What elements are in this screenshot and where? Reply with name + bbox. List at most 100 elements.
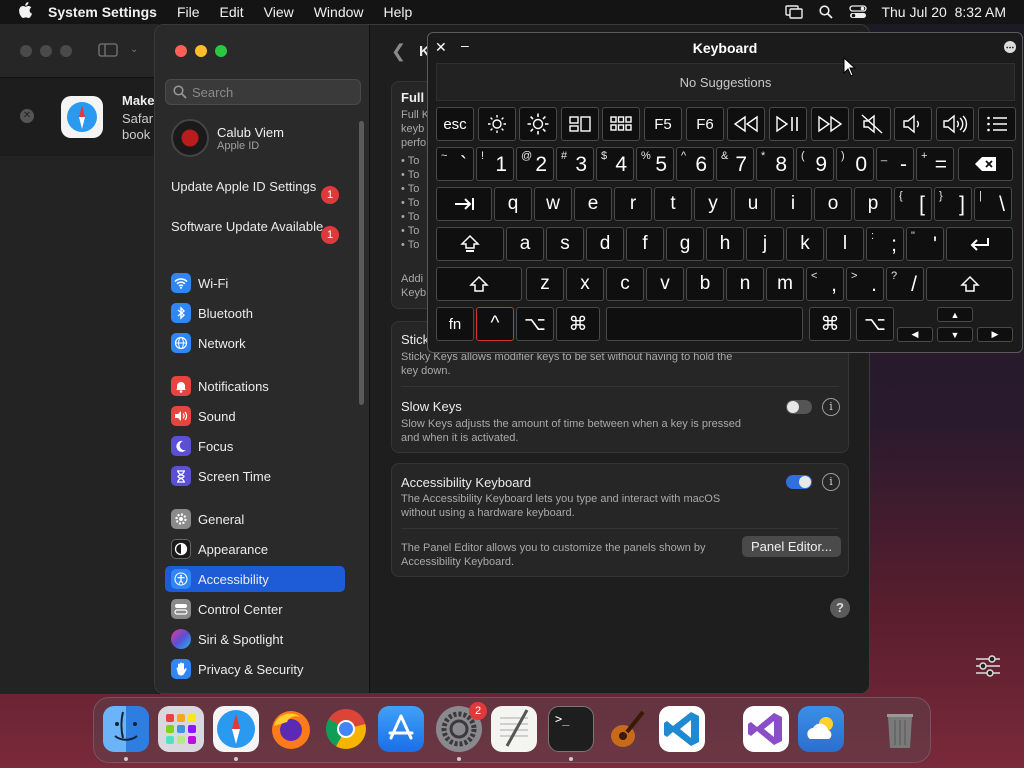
sidebar-item-appearance[interactable]: Appearance [165,536,345,562]
slow-keys-info-button[interactable]: i [822,398,840,416]
sidebar-item-privacy-security[interactable]: Privacy & Security [165,656,345,682]
menu-file[interactable]: File [167,4,210,20]
key-c[interactable]: c [606,267,644,301]
menu-view[interactable]: View [254,4,304,20]
menu-clock[interactable]: Thu Jul 20 8:32 AM [881,4,1006,20]
sidebar-item-notifications[interactable]: Notifications [165,373,345,399]
key-d[interactable]: d [586,227,624,261]
key-l[interactable]: l [826,227,864,261]
left-command-key[interactable]: ⌘ [556,307,600,341]
key-u[interactable]: u [734,187,772,221]
chevron-down-icon[interactable]: ⌄ [130,44,138,55]
spotlight-search-icon[interactable] [817,4,835,20]
sidebar-item-focus[interactable]: Focus [165,433,345,459]
key-y[interactable]: y [694,187,732,221]
key-n[interactable]: n [726,267,764,301]
key-sym-2[interactable]: ? / [886,267,924,301]
chrome-icon[interactable] [323,706,369,752]
key-s[interactable]: s [546,227,584,261]
vscode-icon[interactable] [659,706,705,752]
key-b[interactable]: b [686,267,724,301]
key-h[interactable]: h [706,227,744,261]
control-center-icon[interactable] [849,4,868,20]
play-pause-key[interactable] [769,107,807,141]
suggestion-bar[interactable]: No Suggestions [436,63,1015,101]
screen-mirroring-icon[interactable] [785,4,804,20]
key-sym-1[interactable]: >. [846,267,884,301]
right-command-key[interactable]: ⌘ [809,307,851,341]
key-f6[interactable]: F6 [686,107,724,141]
mission-control-key[interactable] [561,107,599,141]
textedit-icon[interactable] [491,706,537,752]
sidebar-item-siri-spotlight[interactable]: Siri & Spotlight [165,626,345,652]
brightness-down-key[interactable] [478,107,516,141]
arrow-right-key[interactable]: ▶ [977,327,1013,342]
apple-menu-icon[interactable] [0,1,42,23]
return-key[interactable] [946,227,1013,261]
sidebar-item-bluetooth[interactable]: Bluetooth [165,300,345,326]
key-z[interactable]: z [526,267,564,301]
key-f[interactable]: f [626,227,664,261]
menu-help[interactable]: Help [374,4,423,20]
sidebar-item-general[interactable]: General [165,506,345,532]
key-9[interactable]: (9 [796,147,834,181]
update-apple-id-settings[interactable]: Update Apple ID Settings [171,179,331,195]
delete-key[interactable] [958,147,1013,181]
key-sym-0[interactable]: <, [806,267,844,301]
app-store-icon[interactable] [378,706,424,752]
key-punct-1[interactable]: " ' [906,227,944,261]
key-7[interactable]: & 7 [716,147,754,181]
menu-edit[interactable]: Edit [210,4,254,20]
rewind-key[interactable] [727,107,765,141]
key-bracket-0[interactable]: {[ [894,187,932,221]
sidebar-item-accessibility[interactable]: Accessibility [165,566,345,592]
bg-close-button[interactable] [20,45,32,57]
visual-studio-icon[interactable] [743,706,789,752]
tab-key[interactable] [436,187,492,221]
background-notification[interactable]: ✕ Make Safar book [0,78,160,156]
key-a[interactable]: a [506,227,544,261]
key-g[interactable]: g [666,227,704,261]
key-v[interactable]: v [646,267,684,301]
right-shift-key[interactable] [926,267,1013,301]
key-6[interactable]: ^ 6 [676,147,714,181]
key-x[interactable]: x [566,267,604,301]
key-j[interactable]: j [746,227,784,261]
arrow-left-key[interactable]: ◀ [897,327,933,342]
space-bar[interactable] [606,307,803,341]
key-esc[interactable]: esc [436,107,474,141]
slow-keys-toggle[interactable] [786,400,812,414]
right-option-key[interactable]: ⌥ [856,307,894,341]
key-q[interactable]: q [494,187,532,221]
key-m[interactable]: m [766,267,804,301]
minimize-button[interactable] [195,45,207,57]
sidebar-item-sound[interactable]: Sound [165,403,345,429]
key-i[interactable]: i [774,187,812,221]
software-update-available[interactable]: Software Update Available [171,219,331,235]
volume-down-key[interactable] [894,107,932,141]
fn-key[interactable]: fn [436,307,474,341]
caps-lock-key[interactable] [436,227,504,261]
finder-icon[interactable] [103,706,149,752]
key-0[interactable]: ) 0 [836,147,874,181]
key-1[interactable]: ! 1 [476,147,514,181]
key-=[interactable]: + = [916,147,954,181]
key-`[interactable]: ~ ` [436,147,474,181]
key-w[interactable]: w [534,187,572,221]
close-button[interactable] [175,45,187,57]
sidebar-item-wifi[interactable]: Wi-Fi [165,270,345,296]
key-bracket-1[interactable]: }] [934,187,972,221]
launchpad-icon[interactable] [158,706,204,752]
left-shift-key[interactable] [436,267,522,301]
key-8[interactable]: * 8 [756,147,794,181]
close-icon[interactable]: ✕ [20,109,34,123]
sidebar-scrollbar[interactable] [359,121,364,405]
key--[interactable]: _ - [876,147,914,181]
arrow-up-key[interactable]: ▲ [937,307,973,322]
launchpad-key[interactable] [602,107,640,141]
key-3[interactable]: #3 [556,147,594,181]
key-2[interactable]: @2 [516,147,554,181]
key-4[interactable]: $4 [596,147,634,181]
key-p[interactable]: p [854,187,892,221]
panel-editor-button[interactable]: Panel Editor... [742,536,841,557]
